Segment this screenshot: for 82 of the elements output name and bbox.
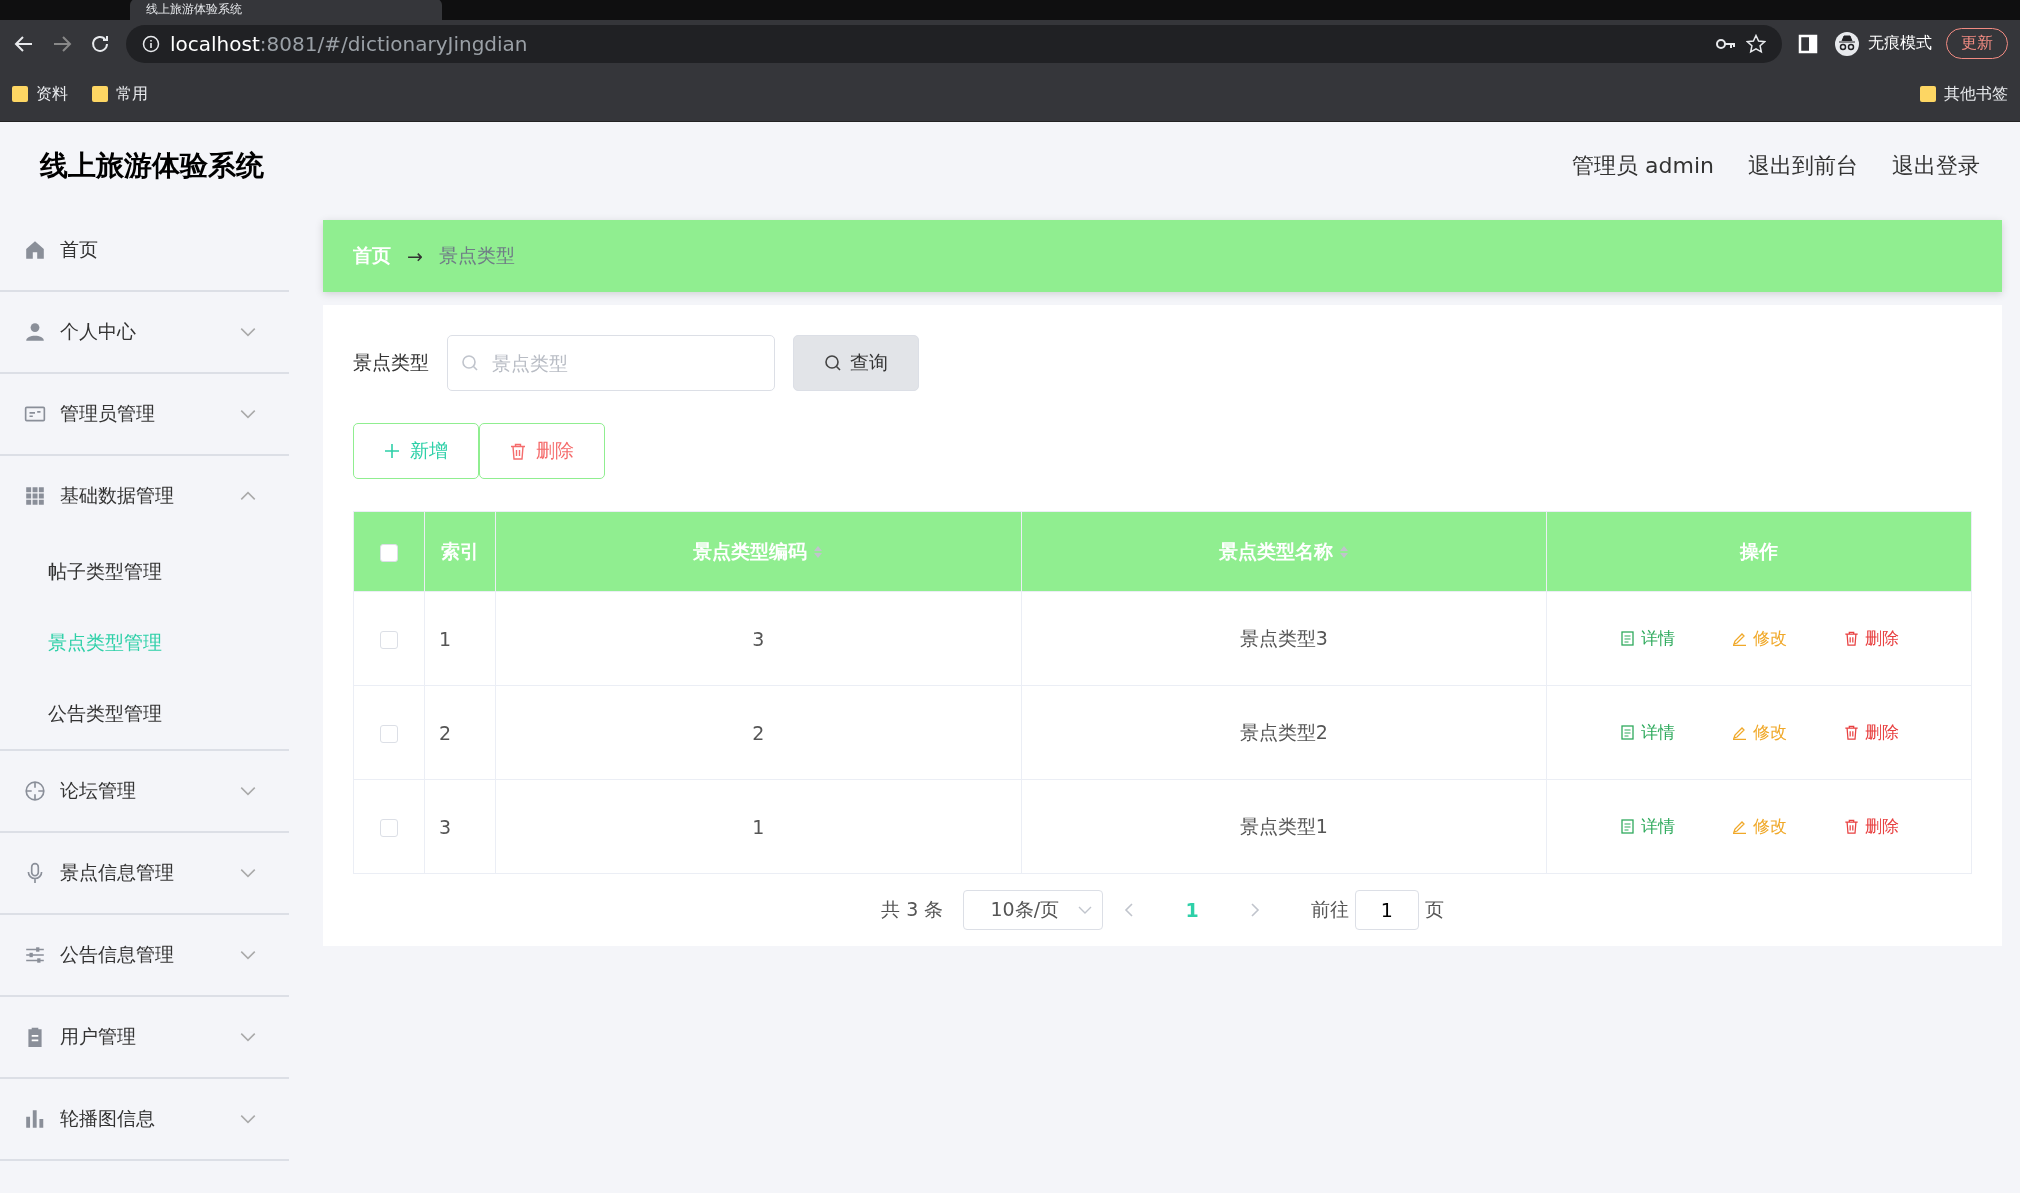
- sidebar-item[interactable]: 轮播图信息: [0, 1079, 289, 1161]
- breadcrumb-current: 景点类型: [438, 243, 515, 268]
- page-input[interactable]: 1: [1354, 890, 1419, 930]
- document-icon: [1619, 819, 1635, 834]
- search-icon: [461, 354, 479, 372]
- search-label: 景点类型: [353, 350, 429, 375]
- sidebar-item[interactable]: 管理员管理: [0, 374, 289, 456]
- column-header: 操作: [1740, 538, 1778, 564]
- folder-icon: [1920, 86, 1936, 103]
- delete-row-button[interactable]: 删除: [1821, 705, 1921, 760]
- header-link[interactable]: 退出登录: [1892, 151, 1980, 181]
- header-link[interactable]: 退出到前台: [1748, 151, 1858, 181]
- checkbox[interactable]: [380, 544, 398, 562]
- trash-icon: [1843, 631, 1859, 646]
- bar-chart-icon: [24, 1108, 46, 1130]
- sidebar-item[interactable]: 公告信息管理: [0, 915, 289, 997]
- info-icon: [142, 34, 160, 53]
- url-text: localhost:8081/#/dictionaryJingdian: [170, 31, 528, 56]
- trash-icon: [1843, 819, 1859, 834]
- bookmark-folder[interactable]: 常用: [92, 83, 148, 105]
- page-suffix: 页: [1424, 897, 1444, 922]
- table-cell: 1: [439, 627, 452, 650]
- plus-icon: [384, 443, 400, 459]
- sidebar-item[interactable]: 个人中心: [0, 292, 289, 374]
- table-cell: 景点类型3: [1239, 626, 1328, 649]
- sort-icon[interactable]: [813, 544, 824, 559]
- chevron-down-icon: [1078, 905, 1093, 915]
- search-icon: [824, 354, 842, 372]
- delete-row-button[interactable]: 删除: [1821, 611, 1921, 666]
- checkbox[interactable]: [380, 631, 398, 649]
- total-count: 共 3 条: [881, 897, 944, 922]
- key-icon[interactable]: [1716, 36, 1736, 51]
- bookmark-folder[interactable]: 其他书签: [1920, 83, 2008, 105]
- address-bar[interactable]: localhost:8081/#/dictionaryJingdian: [126, 24, 1782, 63]
- pencil-icon: [1731, 725, 1747, 740]
- breadcrumb-separator: →: [407, 245, 423, 267]
- table-cell: 2: [439, 721, 452, 744]
- search-field[interactable]: 景点类型: [447, 335, 775, 391]
- sort-icon[interactable]: [1338, 544, 1349, 559]
- table-cell: 景点类型1: [1239, 814, 1328, 837]
- table-cell: 3: [439, 815, 452, 838]
- previous-page-icon[interactable]: [1123, 902, 1136, 918]
- sidebar-item[interactable]: 基础数据管理: [0, 456, 289, 536]
- submenu-item[interactable]: 帖子类型管理: [0, 536, 289, 607]
- folder-icon: [92, 86, 108, 103]
- sidebar-item[interactable]: 用户管理: [0, 997, 289, 1079]
- delete-row-button[interactable]: 删除: [1821, 799, 1921, 854]
- sidebar-item[interactable]: 首页: [0, 210, 289, 292]
- trash-icon: [1843, 725, 1859, 740]
- grid-icon: [24, 485, 46, 507]
- home-icon: [24, 239, 46, 261]
- checkbox[interactable]: [380, 819, 398, 837]
- sidebar-item[interactable]: 论坛管理: [0, 751, 289, 833]
- table-cell: 景点类型2: [1239, 720, 1328, 743]
- tab-title: 线上旅游体验系统: [146, 1, 242, 18]
- checkbox[interactable]: [380, 725, 398, 743]
- table-cell: 2: [752, 721, 765, 744]
- column-header: 索引: [441, 538, 479, 564]
- submenu-item[interactable]: 公告类型管理: [0, 678, 289, 749]
- app-title: 线上旅游体验系统: [40, 148, 265, 184]
- star-icon[interactable]: [1746, 33, 1766, 54]
- pencil-icon: [1731, 631, 1747, 646]
- goto-label: 前往: [1310, 897, 1349, 922]
- query-button[interactable]: 查询: [793, 335, 919, 391]
- next-page-icon[interactable]: [1248, 902, 1261, 918]
- document-icon: [1619, 631, 1635, 646]
- browser-tab[interactable]: 线上旅游体验系统: [130, 0, 442, 20]
- pencil-icon: [1731, 819, 1747, 834]
- header-link[interactable]: 管理员 admin: [1572, 151, 1714, 181]
- crosshair-icon: [24, 780, 46, 802]
- bookmark-folder[interactable]: 资料: [12, 83, 68, 105]
- sidebar-item[interactable]: 景点信息管理: [0, 833, 289, 915]
- page-size-select[interactable]: 10条/页: [963, 890, 1104, 930]
- trash-icon: [510, 442, 526, 460]
- folder-icon: [12, 86, 28, 103]
- incognito-label: 无痕模式: [1868, 33, 1932, 55]
- table-cell: 3: [752, 627, 765, 650]
- sliders-icon: [24, 944, 46, 966]
- table-cell: 1: [752, 815, 765, 838]
- document-icon: [1619, 725, 1635, 740]
- incognito-icon[interactable]: [1834, 30, 1860, 57]
- user-icon: [24, 321, 46, 343]
